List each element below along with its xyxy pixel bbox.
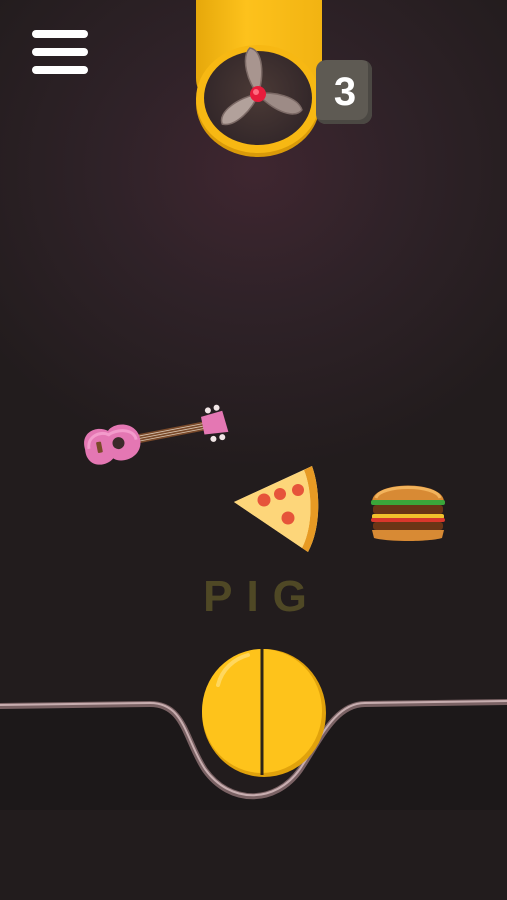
- fan-icon[interactable]: [204, 44, 312, 148]
- menu-button[interactable]: [32, 30, 88, 76]
- target-word: PIG: [203, 572, 321, 621]
- burger-icon[interactable]: [368, 474, 448, 544]
- menu-line-icon: [32, 66, 88, 74]
- menu-line-icon: [32, 30, 88, 38]
- yellow-ball-icon[interactable]: [198, 645, 330, 781]
- ukulele-icon[interactable]: [78, 404, 232, 470]
- item-counter-badge: 3: [316, 60, 372, 124]
- menu-line-icon: [32, 48, 88, 56]
- pizza-slice-icon[interactable]: [232, 460, 328, 556]
